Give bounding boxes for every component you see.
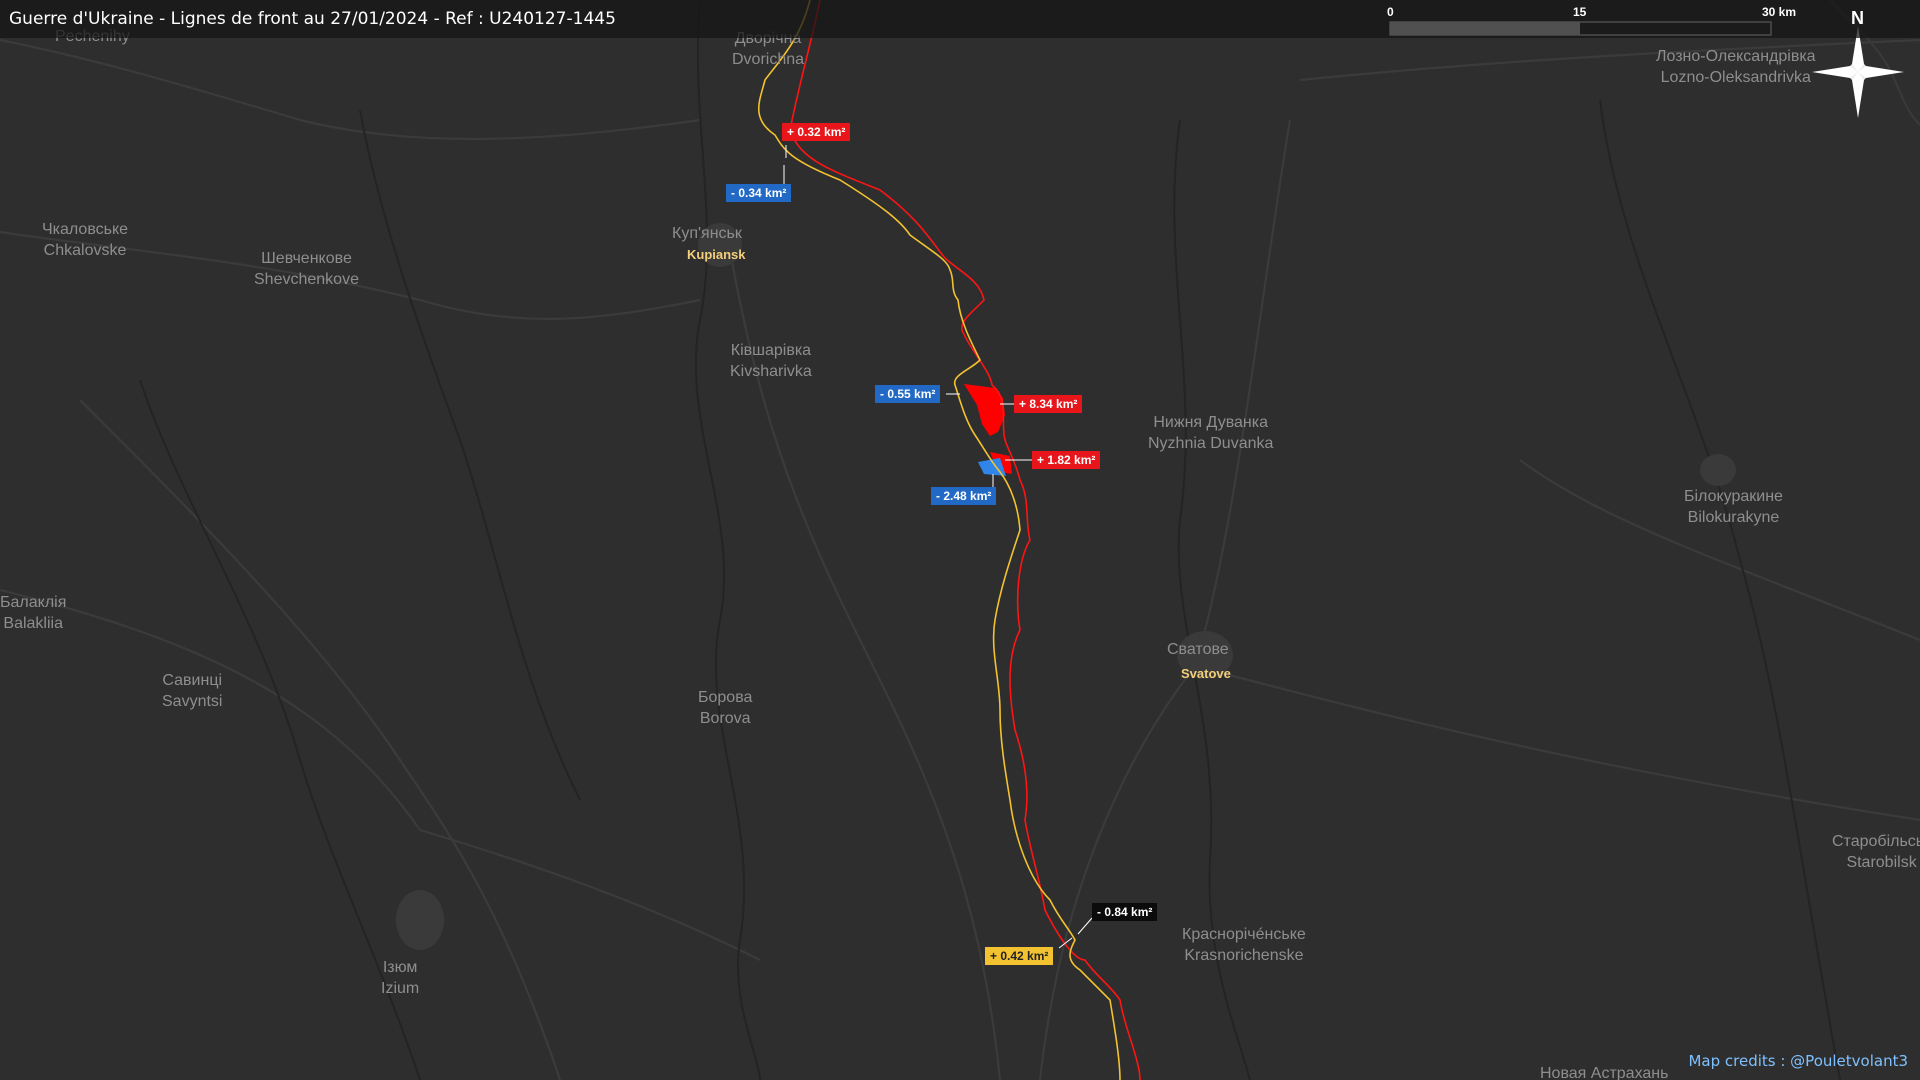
place-label-savyntsi: Савинці Savyntsi (162, 672, 223, 710)
place-label-balakliia: Балаклія Balakliia (0, 594, 67, 632)
place-label-starobilsk: СтаробільськStarobilsk (1832, 833, 1920, 871)
area-change-label[interactable]: + 0.32 km² (782, 123, 851, 141)
area-change-label[interactable]: - 0.55 km² (875, 385, 941, 403)
north-indicator: N (1851, 8, 1864, 28)
scale-tick-label: 30 km (1762, 5, 1797, 19)
map-canvas[interactable]: Pechenihy ДворічнаDvorichna Лозно-Олекса… (0, 0, 1920, 1080)
area-change-label[interactable]: + 0.42 km² (985, 947, 1054, 965)
place-label-bilokurakyne: Білокуракине Bilokurakyne (1684, 488, 1783, 526)
scale-tick-label: 0 (1387, 5, 1394, 19)
place-label-krasnorichenske: Краснорічéнське Krasnorichenske (1182, 926, 1306, 964)
map-background (0, 0, 1920, 1080)
map-layer (0, 0, 1920, 1080)
place-label-novaya-astrakhan: Новая Астрахань (1540, 1065, 1669, 1080)
place-label-nyzhnia-duvanka: Нижня Дуванка Nyzhnia Duvanka (1148, 414, 1274, 452)
map-title: Guerre d'Ukraine - Lignes de front au 27… (9, 9, 616, 29)
place-label-shevchenkove: Шевченкове Shevchenkove (254, 250, 359, 288)
area-change-label[interactable]: - 2.48 km² (931, 487, 997, 505)
scale-tick-label: 15 (1573, 5, 1587, 19)
place-label-kupiansk-uk: Куп'янськ (672, 225, 742, 242)
map-credits: Map credits : @Pouletvolant3 (1688, 1052, 1908, 1070)
area-change-label[interactable]: + 8.34 km² (1014, 395, 1083, 413)
area-change-label[interactable]: - 0.84 km² (1092, 903, 1158, 921)
izium-area (396, 890, 444, 950)
place-label-kivsharivka: Ківшарівка Kivsharivka (730, 342, 812, 380)
city-label-svatove: Svatove (1181, 666, 1231, 681)
place-label-borova: Борова Borova (698, 689, 753, 727)
city-label-kupiansk: Kupiansk (687, 247, 746, 262)
place-label-svatove-uk: Сватове (1167, 641, 1229, 658)
place-label-chkalovske: Чкаловське Chkalovske (42, 221, 129, 259)
title-bar: Guerre d'Ukraine - Lignes de front au 27… (0, 0, 1920, 38)
place-label-izium: Ізюм Izium (381, 959, 420, 997)
area-change-label[interactable]: - 0.34 km² (726, 184, 792, 202)
place-label-lozno: Лозно-Олександрівка Lozno-Oleksandrivka (1656, 48, 1816, 86)
bilokurakyne-area (1700, 454, 1736, 486)
area-change-label[interactable]: + 1.82 km² (1032, 451, 1101, 469)
